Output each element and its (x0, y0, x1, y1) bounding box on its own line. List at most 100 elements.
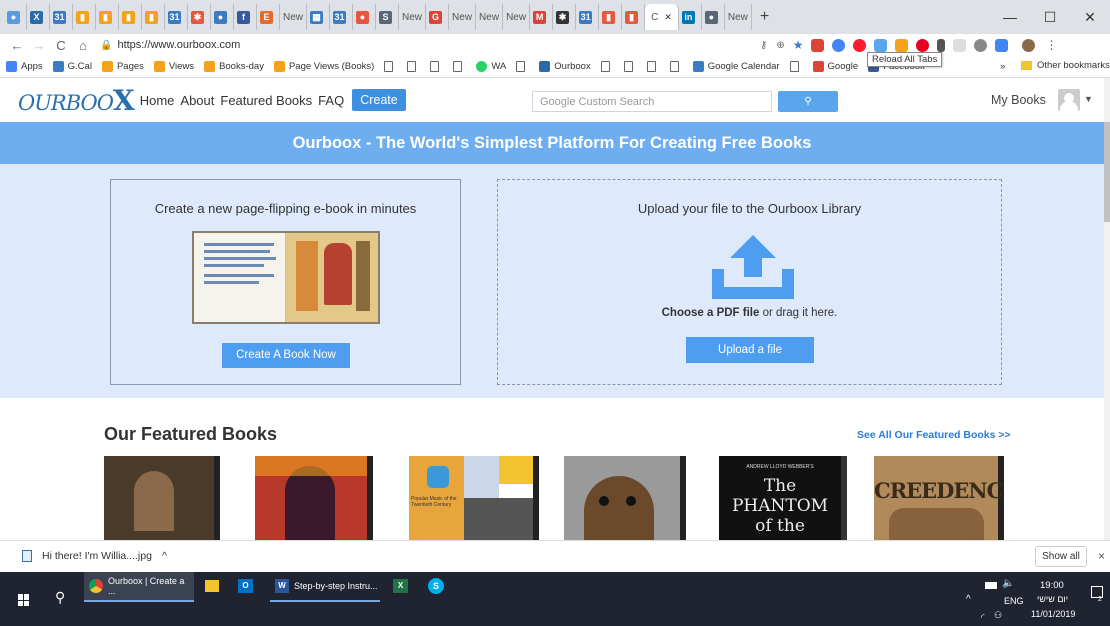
browser-tab[interactable]: 31 (576, 4, 600, 30)
search-button[interactable]: ⚲ (778, 91, 838, 112)
browser-tab[interactable]: New (280, 4, 308, 30)
show-hidden-icons[interactable]: ^ (966, 594, 971, 605)
browser-tab[interactable]: New (503, 4, 531, 30)
gmail-extension-icon[interactable] (811, 38, 825, 52)
book-cover[interactable] (564, 456, 686, 540)
browser-tab[interactable]: ▮ (96, 4, 119, 30)
wifi-icon[interactable]: ◜ (981, 612, 985, 623)
bookmark-item[interactable] (430, 61, 443, 72)
close-download-bar-icon[interactable]: × (1098, 549, 1105, 563)
battery-icon[interactable] (985, 582, 997, 589)
bookmark-item[interactable]: WA (476, 61, 506, 72)
grey-extension-icon[interactable] (953, 38, 967, 52)
reload-icon[interactable]: C (50, 38, 72, 53)
maximize-icon[interactable]: ☐ (1030, 9, 1070, 26)
other-bookmarks-button[interactable]: Other bookmarks (1021, 60, 1110, 71)
home-icon[interactable]: ⌂ (72, 38, 94, 53)
browser-tab[interactable]: ● (4, 4, 27, 30)
browser-tab[interactable]: New (399, 4, 427, 30)
star-icon[interactable]: ★ (793, 38, 804, 52)
nav-about[interactable]: About (180, 93, 214, 108)
bookmark-item[interactable]: Pages (101, 61, 144, 72)
scrollbar-thumb[interactable] (1104, 122, 1110, 222)
bookmarks-more-button[interactable]: » (1000, 61, 1005, 72)
page-scrollbar[interactable] (1104, 78, 1110, 540)
back-icon[interactable]: ← (6, 38, 28, 53)
browser-tab[interactable]: ✱ (188, 4, 211, 30)
see-all-featured-link[interactable]: See All Our Featured Books >> (857, 429, 1011, 441)
file-explorer-icon[interactable] (205, 580, 219, 592)
outlook-icon[interactable]: O (238, 579, 253, 593)
my-books-link[interactable]: My Books (991, 93, 1046, 107)
show-all-button[interactable]: Show all (1035, 546, 1087, 567)
orange-extension-icon[interactable] (895, 38, 909, 52)
volume-icon[interactable]: 🔈 (1002, 578, 1014, 589)
address-bar[interactable]: 🔒 https://www.ourboox.com (100, 39, 240, 51)
upload-card[interactable]: Upload your file to the Ourboox Library … (497, 179, 1002, 385)
blue-circle-extension-icon[interactable] (832, 38, 846, 52)
browser-tab[interactable]: X (27, 4, 50, 30)
create-book-now-button[interactable]: Create A Book Now (222, 343, 350, 368)
browser-tab[interactable]: New (449, 4, 477, 30)
bookmark-item[interactable] (623, 61, 637, 72)
browser-tab[interactable]: ✱ (553, 4, 577, 30)
language-indicator[interactable]: ENG (1004, 596, 1024, 606)
avatar[interactable] (1058, 89, 1080, 111)
bookmark-item[interactable] (669, 61, 683, 72)
bookmark-item[interactable] (384, 61, 397, 72)
new-tab-button[interactable]: + (760, 8, 769, 26)
bookmark-item[interactable]: Page Views (Books) (273, 61, 374, 72)
bookmark-item[interactable] (646, 61, 660, 72)
browser-tab[interactable]: 31 (165, 4, 188, 30)
bookmark-item[interactable]: G.Cal (52, 61, 92, 72)
close-tab-icon[interactable]: ✕ (664, 12, 672, 23)
tab-active[interactable]: C ✕ (645, 4, 679, 30)
bookmark-item[interactable]: Ourboox (539, 61, 591, 72)
browser-tab[interactable]: ● (211, 4, 234, 30)
opera-extension-icon[interactable] (853, 38, 867, 52)
browser-tab[interactable]: ● (353, 4, 377, 30)
browser-tab[interactable]: 31 (50, 4, 73, 30)
clock-time[interactable]: 19:00 (1040, 580, 1064, 591)
bookmark-item[interactable]: Apps (6, 61, 43, 72)
bookmark-item[interactable] (789, 61, 803, 72)
translate-extension-icon[interactable] (995, 38, 1009, 52)
browser-tab[interactable]: G (426, 4, 450, 30)
nav-faq[interactable]: FAQ (318, 93, 344, 108)
browser-tab[interactable]: 31 (330, 4, 354, 30)
book-cover[interactable]: CREEDENCE (874, 456, 1004, 540)
nav-featured-books[interactable]: Featured Books (220, 93, 312, 108)
book-cover[interactable]: Popular Music of the Twentieth Century (409, 456, 539, 540)
menu-dots-icon[interactable]: ⋮ (1045, 38, 1057, 52)
browser-tab[interactable]: New (476, 4, 504, 30)
chevron-up-icon[interactable]: ^ (162, 550, 167, 562)
excel-icon[interactable]: X (393, 579, 408, 593)
browser-tab[interactable]: ▮ (599, 4, 623, 30)
book-cover[interactable]: ANDREW LLOYD WEBBER'S The PHANTOM of the (719, 456, 847, 540)
profile-avatar-icon[interactable] (1022, 38, 1036, 52)
taskbar-word[interactable]: W Step-by-step Instru... (270, 572, 380, 602)
browser-tab[interactable]: f (234, 4, 257, 30)
bookmark-item[interactable] (453, 61, 466, 72)
search-input[interactable]: Google Custom Search (532, 91, 772, 112)
network-icon[interactable]: ⚇ (994, 610, 1002, 621)
bookmark-item[interactable]: Google (812, 61, 858, 72)
browser-tab[interactable]: ▮ (73, 4, 96, 30)
search-icon[interactable]: ⚲ (55, 589, 65, 606)
browser-tab[interactable]: M (530, 4, 554, 30)
nav-home[interactable]: Home (140, 93, 175, 108)
taskbar-chrome[interactable]: Ourboox | Create a ... (84, 572, 194, 602)
minimize-icon[interactable]: — (990, 9, 1030, 25)
chrome-extension-icon[interactable] (974, 38, 988, 52)
browser-tab[interactable]: in (679, 4, 702, 30)
browser-tab[interactable]: ▦ (307, 4, 331, 30)
browser-tab[interactable]: S (376, 4, 400, 30)
download-item[interactable]: Hi there! I'm Willia....jpg ^ (22, 550, 167, 562)
close-icon[interactable]: ✕ (1070, 9, 1110, 26)
skype-icon[interactable]: S (428, 578, 444, 594)
key-icon[interactable]: ⚷ (760, 40, 767, 51)
bookmark-item[interactable] (600, 61, 614, 72)
ourboox-logo[interactable]: OURBOOX (18, 84, 135, 117)
book-cover[interactable] (255, 456, 373, 540)
cloud-extension-icon[interactable] (874, 38, 888, 52)
